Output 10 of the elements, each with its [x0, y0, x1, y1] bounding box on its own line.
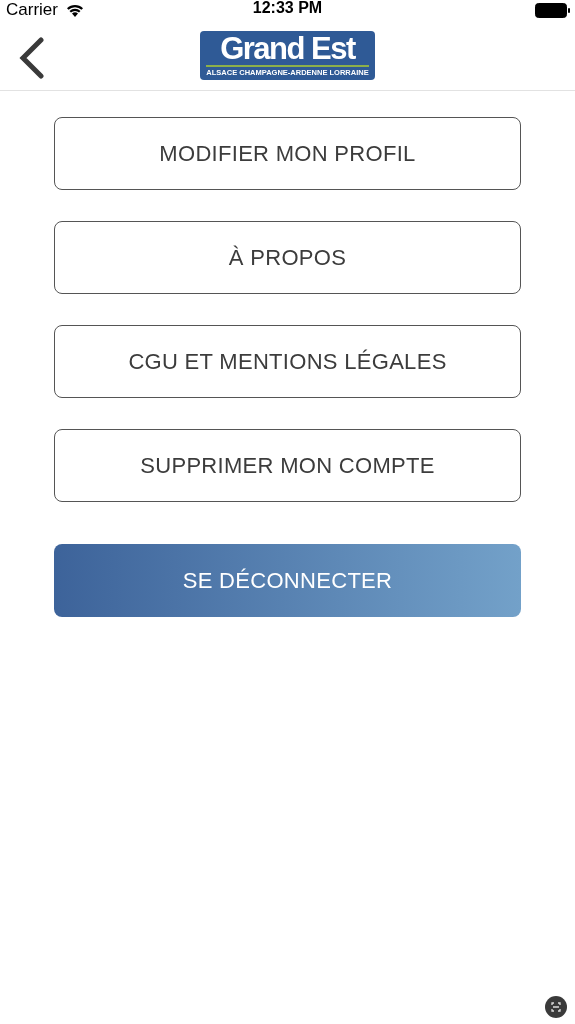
menu-button[interactable]: CGU ET MENTIONS LÉGALES — [54, 325, 521, 398]
carrier-label: Carrier — [6, 0, 58, 20]
menu-button[interactable]: MODIFIER MON PROFIL — [54, 117, 521, 190]
menu-button[interactable]: À PROPOS — [54, 221, 521, 294]
scan-icon[interactable] — [545, 996, 567, 1018]
wifi-icon — [65, 3, 84, 17]
clock-time: 12:33 PM — [252, 0, 323, 16]
logout-button[interactable]: SE DÉCONNECTER — [54, 544, 521, 617]
menu-button[interactable]: SUPPRIMER MON COMPTE — [54, 429, 521, 502]
battery-icon — [535, 2, 571, 18]
